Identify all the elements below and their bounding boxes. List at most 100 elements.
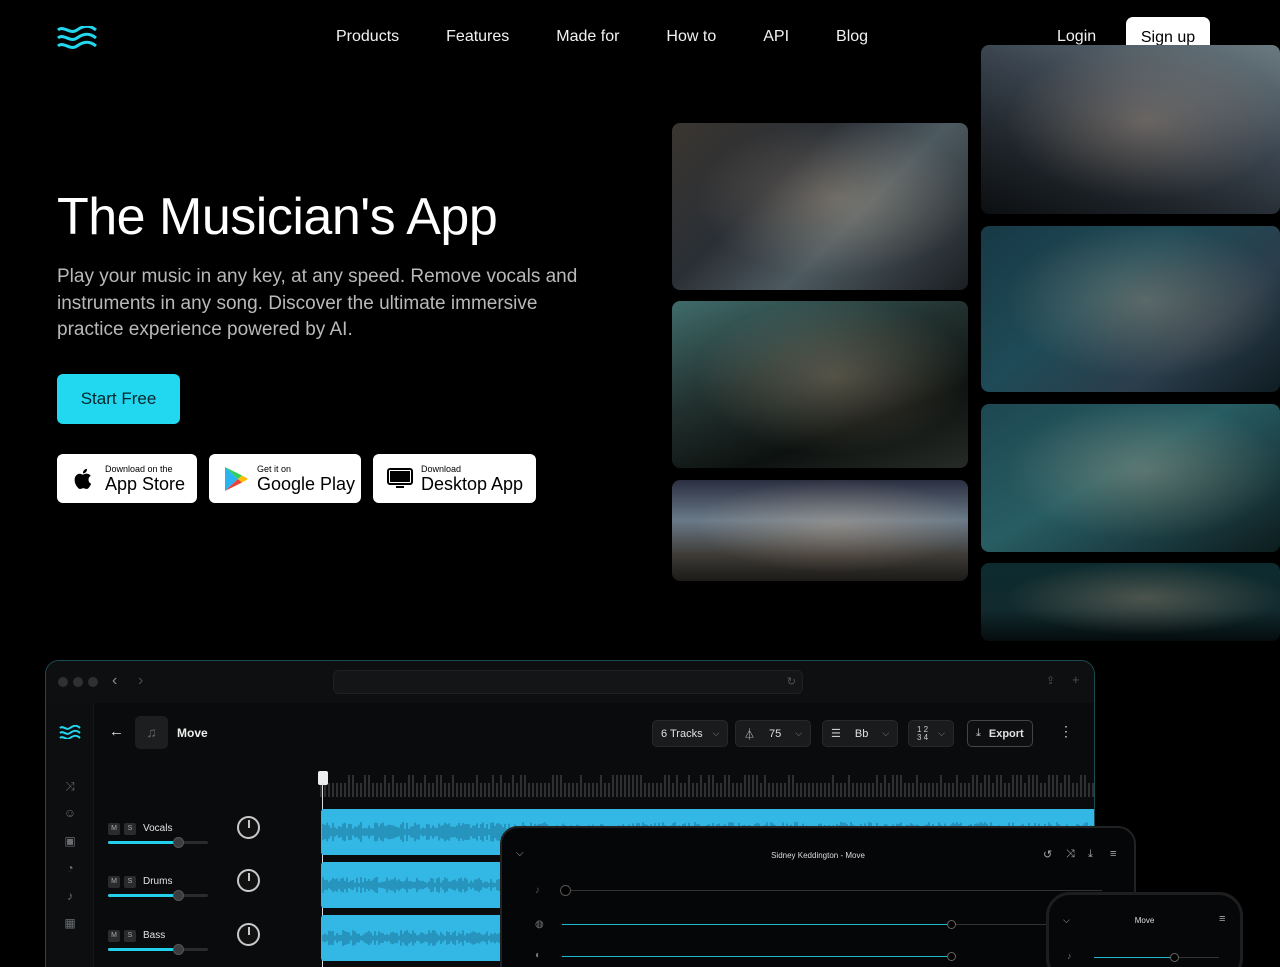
- chevron-down-icon: ⌵: [712, 728, 720, 738]
- photo-drummer: [672, 301, 968, 468]
- photo-singer: [981, 45, 1280, 214]
- waves-logo-icon[interactable]: [57, 26, 97, 50]
- tablet-track-line[interactable]: [562, 956, 952, 957]
- playhead-handle[interactable]: [318, 771, 328, 785]
- song-artwork-icon: ♫: [135, 716, 168, 749]
- tuner-icon[interactable]: ♪: [63, 889, 77, 903]
- key-dropdown[interactable]: ☰ Bb ⌵: [822, 720, 899, 747]
- nav-links: Products Features Made for How to API Bl…: [336, 27, 915, 47]
- photo-bassist: [672, 123, 968, 290]
- chevron-down-icon: ⌵: [795, 728, 803, 738]
- solo-button[interactable]: S: [124, 930, 136, 942]
- mute-button[interactable]: M: [108, 823, 120, 835]
- hero-description: Play your music in any key, at any speed…: [57, 266, 578, 340]
- export-button[interactable]: ⤓ Export: [967, 720, 1033, 747]
- pan-knob[interactable]: [237, 816, 260, 839]
- reload-icon[interactable]: ↻: [787, 675, 796, 688]
- chevron-down-icon: ⌵: [938, 728, 945, 738]
- mic-icon: ♪: [535, 885, 540, 896]
- tablet-slider-thumb[interactable]: [947, 952, 956, 961]
- nav-link-how-to[interactable]: How to: [666, 27, 716, 47]
- phone-song-title: Move: [1134, 916, 1155, 925]
- phone-track-line-rest: [1174, 957, 1219, 958]
- phone-track-line[interactable]: [1094, 957, 1174, 958]
- timeline-ruler[interactable]: [319, 769, 1095, 797]
- pan-knob[interactable]: [237, 869, 260, 892]
- nav-link-blog[interactable]: Blog: [836, 27, 868, 47]
- tracks-dropdown[interactable]: 6 Tracks ⌵: [652, 720, 729, 747]
- nav-link-products[interactable]: Products: [336, 27, 399, 47]
- volume-slider[interactable]: [108, 944, 208, 955]
- ear-icon[interactable]: ◔: [63, 861, 77, 875]
- tempo-dropdown[interactable]: ⏃ 75 ⌵: [735, 720, 812, 747]
- track-vocals: M S Vocals: [108, 816, 260, 865]
- volume-slider[interactable]: [108, 890, 208, 901]
- window-titlebar: ‹ › ↻ ⇪ +: [46, 661, 1094, 703]
- start-free-button[interactable]: Start Free: [57, 374, 180, 424]
- forward-arrow-icon[interactable]: ›: [138, 672, 143, 690]
- tablet-slider-thumb[interactable]: [947, 920, 956, 929]
- google-play-icon: [223, 465, 249, 493]
- tablet-mockup: ⌵ Sidney Keddington - Move ↺ ⤨ ⤓ ≡ ♪ ◍ ◐: [500, 826, 1136, 967]
- phone-slider-thumb[interactable]: [1170, 953, 1179, 962]
- more-options-icon[interactable]: ⋮: [1059, 723, 1073, 740]
- photo-acoustic-guitarist: [981, 404, 1280, 552]
- app-store-button[interactable]: Download on the App Store: [57, 454, 197, 503]
- new-tab-icon[interactable]: +: [1072, 672, 1080, 687]
- tablet-track-line[interactable]: [562, 924, 952, 925]
- tracks-label: 6 Tracks: [661, 727, 703, 740]
- chevron-down-icon: ⌵: [882, 728, 890, 738]
- window-maximize-dot[interactable]: [88, 677, 98, 687]
- google-play-big-text: Google Play: [257, 473, 356, 494]
- track-drums: M S Drums: [108, 869, 260, 918]
- apple-icon: [71, 465, 97, 493]
- photo-guitarist-dim: [981, 563, 1280, 641]
- app-store-big-text: App Store: [105, 473, 186, 494]
- google-play-button[interactable]: Get it on Google Play: [209, 454, 361, 503]
- menu-icon[interactable]: ≡: [1110, 848, 1116, 860]
- tempo-value: 75: [769, 727, 782, 740]
- mute-button[interactable]: M: [108, 930, 120, 942]
- track-name: Drums: [143, 876, 173, 887]
- time-signature-dropdown[interactable]: 1 23 4 ⌵: [908, 720, 954, 747]
- solo-button[interactable]: S: [124, 823, 136, 835]
- pan-knob[interactable]: [237, 923, 260, 946]
- voice-icon[interactable]: ☺: [63, 806, 77, 820]
- share-icon[interactable]: ⤨: [1066, 848, 1075, 861]
- nav-link-features[interactable]: Features: [446, 27, 509, 47]
- mute-button[interactable]: M: [108, 876, 120, 888]
- split-icon[interactable]: ⤨: [63, 779, 77, 793]
- menu-icon[interactable]: ≡: [1219, 913, 1225, 925]
- window-close-dot[interactable]: [58, 677, 68, 687]
- undo-icon[interactable]: ↺: [1043, 848, 1052, 861]
- grid-icon[interactable]: ▦: [63, 916, 77, 930]
- guitar-icon: ◐: [535, 950, 542, 961]
- back-icon[interactable]: ←: [109, 723, 124, 740]
- app-logo-icon[interactable]: [59, 725, 81, 739]
- time-signature-icon: 1 23 4: [917, 724, 929, 742]
- app-store-small-text: Download on the: [105, 463, 173, 474]
- login-link[interactable]: Login: [1057, 27, 1096, 47]
- phone-mockup: ⌵ Move ≡ ♪: [1046, 892, 1243, 967]
- speaker-icon[interactable]: ▣: [63, 834, 77, 848]
- download-icon[interactable]: ⤓: [1088, 848, 1093, 861]
- share-icon[interactable]: ⇪: [1046, 674, 1055, 687]
- address-bar[interactable]: ↻: [333, 670, 803, 694]
- photo-guitarist-studio: [672, 480, 968, 581]
- google-play-small-text: Get it on: [257, 463, 292, 474]
- mic-icon: ♪: [1067, 951, 1072, 961]
- key-icon: ☰: [831, 728, 841, 740]
- back-arrow-icon[interactable]: ‹: [112, 672, 117, 690]
- song-title: Move: [177, 726, 208, 740]
- volume-slider[interactable]: [108, 837, 208, 848]
- tablet-slider-thumb[interactable]: [560, 885, 571, 896]
- desktop-app-button[interactable]: Download Desktop App: [373, 454, 536, 503]
- tablet-song-title: Sidney Keddington - Move: [771, 851, 865, 860]
- nav-link-made-for[interactable]: Made for: [556, 27, 619, 47]
- desktop-app-big-text: Desktop App: [421, 473, 524, 494]
- export-label: Export: [988, 727, 1024, 740]
- nav-link-api[interactable]: API: [763, 27, 789, 47]
- solo-button[interactable]: S: [124, 876, 136, 888]
- tablet-track-line[interactable]: [562, 890, 1102, 891]
- window-minimize-dot[interactable]: [73, 677, 83, 687]
